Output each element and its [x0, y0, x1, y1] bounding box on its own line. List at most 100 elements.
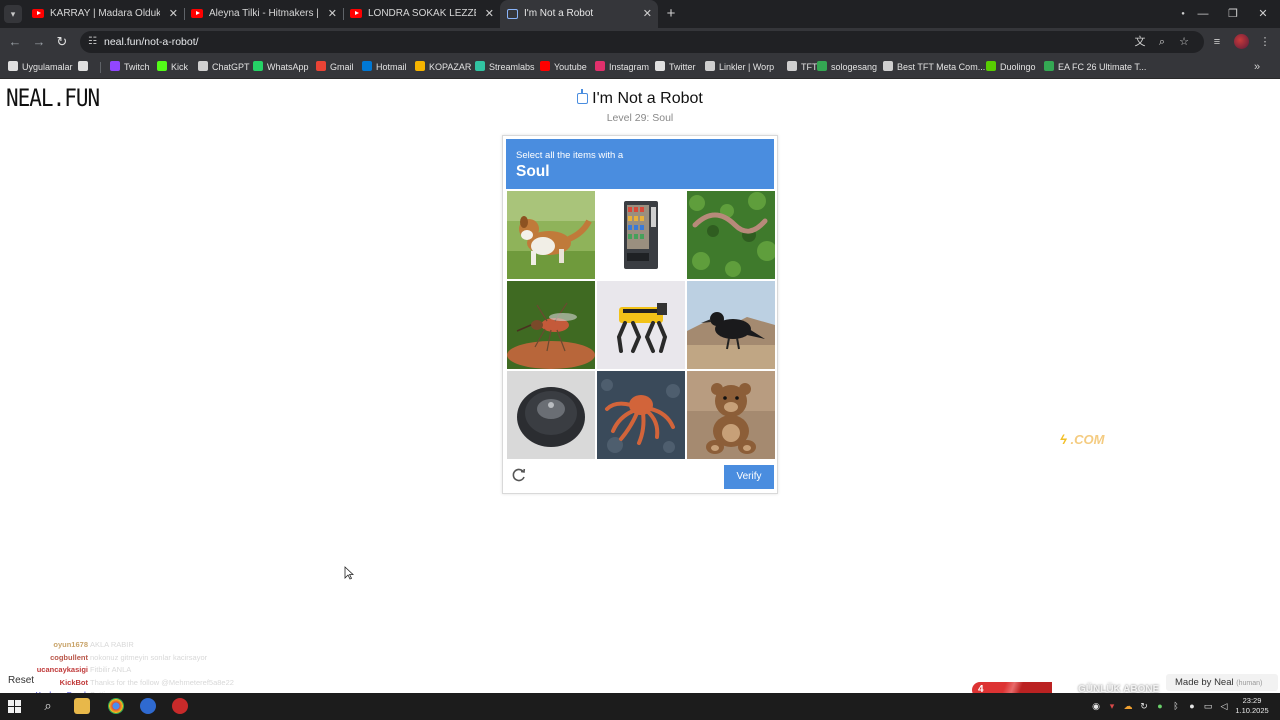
crow-image: [687, 281, 775, 369]
network-icon[interactable]: ▭: [1202, 699, 1214, 713]
tile-robot-vacuum[interactable]: [507, 371, 595, 459]
tray-nvidia-icon[interactable]: ●: [1154, 699, 1166, 713]
bookmark-item[interactable]: Hotmail: [362, 56, 407, 79]
youtube-icon: [32, 9, 44, 18]
bookmark-label: Gmail: [330, 62, 354, 72]
maximize-icon[interactable]: ❐: [1218, 0, 1248, 28]
tab-youtube-3[interactable]: LONDRA SOKAK LEZZETLERİNİ ✕: [344, 0, 500, 28]
tile-vending-machine[interactable]: [597, 191, 685, 279]
windows-start-icon[interactable]: [8, 700, 21, 713]
bookmark-favicon-icon: [787, 61, 797, 71]
app-icon[interactable]: [140, 698, 156, 714]
tile-mosquito[interactable]: [507, 281, 595, 369]
bookmark-label: TFT: [801, 62, 818, 72]
bookmark-item[interactable]: Uygulamalar: [8, 56, 73, 79]
forward-icon[interactable]: →: [30, 33, 48, 51]
bookmark-label: sologesang: [831, 62, 878, 72]
chat-text: AKLA RABIR: [90, 640, 134, 649]
tray-app-icon[interactable]: ▾: [1106, 699, 1118, 713]
bookmark-item[interactable]: WhatsApp: [253, 56, 309, 79]
address-bar[interactable]: ☷ neal.fun/not-a-robot/ 文 ⌕ ☆: [80, 31, 1204, 53]
tile-worm[interactable]: [687, 191, 775, 279]
youtube-icon: [191, 9, 203, 18]
media-controls-icon[interactable]: ≡: [1208, 33, 1226, 51]
close-icon[interactable]: ✕: [643, 0, 652, 28]
bookmark-item[interactable]: KOPAZAR: [415, 56, 471, 79]
window-close-icon[interactable]: ✕: [1248, 0, 1278, 28]
tab-search-icon[interactable]: ▾: [4, 5, 22, 23]
bookmark-label: EA FC 26 Ultimate T...: [1058, 62, 1147, 72]
bookmark-favicon-icon: [415, 61, 425, 71]
bookmark-favicon-icon: [817, 61, 827, 71]
bookmark-star-icon[interactable]: ☆: [1176, 34, 1192, 50]
bookmark-favicon-icon: [1044, 61, 1054, 71]
tile-robot-dog[interactable]: [597, 281, 685, 369]
captcha-footer: Verify: [503, 459, 777, 493]
tab-youtube-2[interactable]: Aleyna Tilki - Hitmakers | Arem ✕: [185, 0, 343, 28]
bookmark-item[interactable]: Streamlabs: [475, 56, 535, 79]
bookmark-item[interactable]: Gmail: [316, 56, 354, 79]
obs-icon[interactable]: [172, 698, 188, 714]
tile-crow[interactable]: [687, 281, 775, 369]
made-by-badge[interactable]: Made by Neal (human): [1166, 674, 1278, 691]
tile-dog[interactable]: [507, 191, 595, 279]
tray-discord-icon[interactable]: ◉: [1090, 699, 1102, 713]
tile-teddy-bear[interactable]: [687, 371, 775, 459]
more-bookmarks-icon[interactable]: »: [1250, 56, 1264, 79]
tray-cloud-icon[interactable]: ☁: [1122, 699, 1134, 713]
back-icon[interactable]: ←: [6, 33, 24, 51]
tab-title: Aleyna Tilki - Hitmakers | Arem: [209, 8, 319, 19]
close-icon[interactable]: ✕: [485, 0, 494, 28]
chat-text: Fitbilir ANLA: [90, 665, 132, 674]
chrome-icon[interactable]: [108, 698, 124, 714]
reload-icon[interactable]: ↻: [53, 33, 71, 51]
bookmark-favicon-icon: [705, 61, 715, 71]
close-icon[interactable]: ✕: [328, 0, 337, 28]
volume-icon[interactable]: ◁: [1218, 699, 1230, 713]
close-icon[interactable]: ✕: [169, 0, 178, 28]
bookmark-favicon-icon: [8, 61, 18, 71]
bookmark-item[interactable]: Kick: [157, 56, 188, 79]
bookmark-item[interactable]: [78, 56, 92, 79]
bookmark-item[interactable]: Best TFT Meta Com...: [883, 56, 985, 79]
bookmark-item[interactable]: Youtube: [540, 56, 587, 79]
bookmark-item[interactable]: Twitter: [655, 56, 696, 79]
address-url[interactable]: neal.fun/not-a-robot/: [104, 31, 199, 53]
microphone-icon[interactable]: ●: [1186, 699, 1198, 713]
captcha-prompt: Select all the items with a: [516, 150, 624, 161]
more-menu-icon[interactable]: ⋮: [1256, 33, 1274, 51]
reset-button[interactable]: Reset: [6, 673, 36, 689]
bookmark-label: ChatGPT: [212, 62, 250, 72]
bookmark-favicon-icon: [110, 61, 120, 71]
verify-button[interactable]: Verify: [724, 465, 774, 489]
file-explorer-icon[interactable]: [74, 698, 90, 714]
bookmark-label: Streamlabs: [489, 62, 535, 72]
tile-octopus[interactable]: [597, 371, 685, 459]
bookmark-item[interactable]: Linkler | Worp: [705, 56, 774, 79]
tray-bluetooth-icon[interactable]: ᛒ: [1170, 699, 1182, 713]
bookmark-item[interactable]: Duolingo: [986, 56, 1036, 79]
bookmark-item[interactable]: ChatGPT: [198, 56, 250, 79]
page-header: I'm Not a Robot: [560, 89, 720, 108]
profile-avatar[interactable]: [1234, 34, 1249, 49]
neal-fun-logo[interactable]: NEAL.FUN: [6, 84, 100, 112]
screen: ▾ KARRAY | Madara Olduk #577 - ✕ Aleyna …: [0, 0, 1280, 720]
minimize-icon[interactable]: —: [1188, 0, 1218, 28]
chat-text: Thanks for the follow @Mehmeteref5a8e22: [90, 677, 234, 687]
translate-icon[interactable]: 文: [1132, 34, 1148, 50]
bookmark-item[interactable]: sologesang: [817, 56, 877, 79]
site-info-icon[interactable]: ☷: [88, 34, 100, 50]
zoom-icon[interactable]: ⌕: [1154, 34, 1170, 50]
system-clock[interactable]: 23:29 1.10.2025: [1232, 696, 1272, 716]
refresh-icon[interactable]: [511, 467, 527, 483]
tab-youtube-1[interactable]: KARRAY | Madara Olduk #577 - ✕: [26, 0, 184, 28]
bookmark-item[interactable]: Instagram: [595, 56, 649, 79]
search-icon[interactable]: ⌕: [40, 698, 56, 714]
tab-not-a-robot[interactable]: I'm Not a Robot ✕: [500, 0, 658, 28]
bookmark-item[interactable]: Twitch: [110, 56, 150, 79]
bookmark-favicon-icon: [253, 61, 263, 71]
new-tab-icon[interactable]: +: [663, 4, 679, 24]
bookmark-item[interactable]: TFT: [787, 56, 818, 79]
bookmark-item[interactable]: EA FC 26 Ultimate T...: [1044, 56, 1146, 79]
tray-app2-icon[interactable]: ↻: [1138, 699, 1150, 713]
